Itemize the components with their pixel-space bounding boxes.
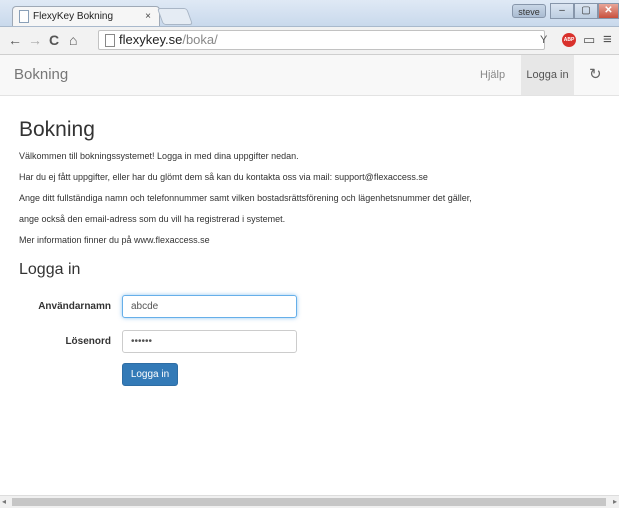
password-input[interactable] xyxy=(122,330,297,353)
password-label: Lösenord xyxy=(65,336,111,347)
profile-badge[interactable]: steve xyxy=(512,4,546,18)
url-host: flexykey.se xyxy=(119,32,183,47)
home-icon[interactable]: ⌂ xyxy=(69,31,77,49)
scroll-right-icon[interactable]: ▸ xyxy=(613,496,617,508)
page-icon xyxy=(105,34,115,47)
window-titlebar: FlexyKey Bokning × steve – ▢ ✕ xyxy=(0,0,619,27)
scrollbar-thumb[interactable] xyxy=(12,498,606,506)
maximize-button[interactable]: ▢ xyxy=(574,3,598,19)
browser-tab[interactable]: FlexyKey Bokning × xyxy=(12,6,160,26)
intro-paragraph-4: ange också den email-adress som du vill … xyxy=(19,214,286,224)
scroll-left-icon[interactable]: ◂ xyxy=(2,496,6,508)
login-heading: Logga in xyxy=(19,261,81,278)
intro-paragraph-2: Har du ej fått uppgifter, eller har du g… xyxy=(19,172,428,182)
minimize-button[interactable]: – xyxy=(550,3,574,19)
horizontal-scrollbar[interactable]: ◂ ▸ xyxy=(0,495,619,508)
extension-icon[interactable]: Y xyxy=(540,31,547,49)
app-navbar: Bokning Hjälp Logga in ↻ xyxy=(0,55,619,96)
page-favicon-icon xyxy=(19,9,29,23)
menu-icon[interactable]: ≡ xyxy=(603,31,612,49)
login-submit-button[interactable]: Logga in xyxy=(122,363,178,386)
adblock-icon[interactable]: ABP xyxy=(562,33,576,47)
intro-paragraph-3: Ange ditt fullständiga namn och telefonn… xyxy=(19,193,472,203)
reload-icon[interactable]: C xyxy=(49,31,59,49)
close-window-button[interactable]: ✕ xyxy=(598,3,619,19)
refresh-icon[interactable]: ↻ xyxy=(589,55,602,95)
url-path: /boka/ xyxy=(182,32,218,47)
tab-close-icon[interactable]: × xyxy=(145,7,151,26)
browser-toolbar: ← → C ⌂ flexykey.se/boka/ Y ABP ▭ ≡ xyxy=(0,27,619,55)
new-tab-button[interactable] xyxy=(156,8,194,25)
page-title: Bokning xyxy=(19,118,95,141)
intro-paragraph-5: Mer information finner du på www.flexacc… xyxy=(19,235,210,245)
intro-paragraph-1: Välkommen till bokningssystemet! Logga i… xyxy=(19,151,299,161)
username-input[interactable] xyxy=(122,295,297,318)
address-bar[interactable]: flexykey.se/boka/ xyxy=(98,30,545,50)
navbar-brand[interactable]: Bokning xyxy=(14,55,68,95)
username-label: Användarnamn xyxy=(38,301,111,312)
tab-title: FlexyKey Bokning xyxy=(33,11,114,22)
back-icon[interactable]: ← xyxy=(8,31,22,49)
forward-icon[interactable]: → xyxy=(28,31,42,49)
nav-login-link[interactable]: Logga in xyxy=(521,55,574,95)
nav-help-link[interactable]: Hjälp xyxy=(480,55,505,95)
cast-icon[interactable]: ▭ xyxy=(583,31,595,49)
